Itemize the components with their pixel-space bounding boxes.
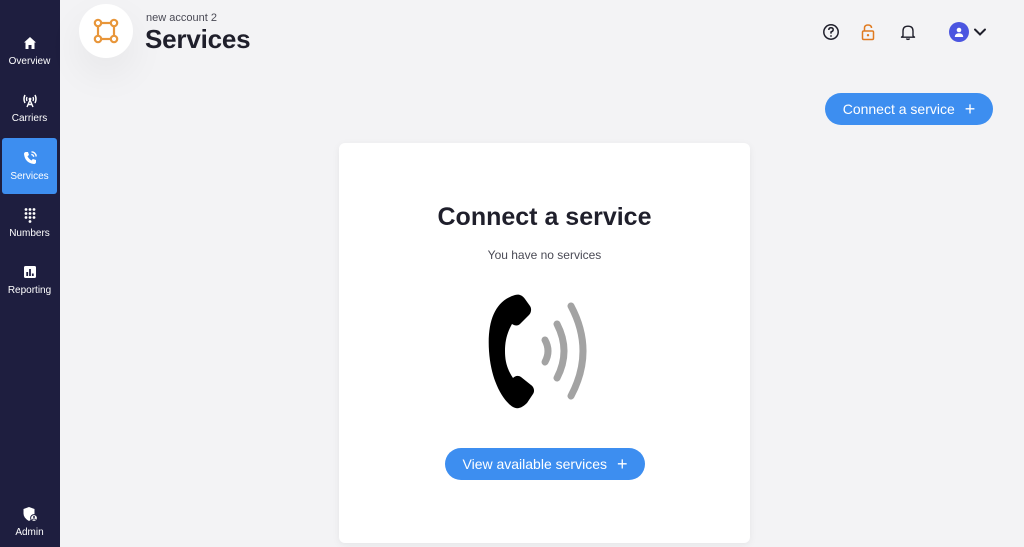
chevron-down-icon[interactable] bbox=[972, 24, 988, 40]
sidebar-item-admin[interactable]: Admin bbox=[2, 494, 57, 547]
user-avatar-icon bbox=[954, 27, 964, 37]
connect-service-button[interactable]: Connect a service + bbox=[825, 93, 993, 125]
view-available-services-button[interactable]: View available services + bbox=[445, 448, 645, 480]
empty-state-subtitle: You have no services bbox=[487, 248, 602, 262]
plus-icon: + bbox=[964, 99, 976, 119]
home-icon bbox=[23, 36, 36, 49]
phone-icon bbox=[23, 150, 37, 164]
user-avatar[interactable] bbox=[949, 22, 969, 42]
help-button[interactable] bbox=[821, 22, 841, 42]
view-services-label: View available services bbox=[462, 456, 607, 472]
plus-icon: + bbox=[616, 454, 628, 474]
services-logo-icon bbox=[93, 18, 119, 44]
empty-state-card: Connect a service You have no services V… bbox=[339, 143, 750, 543]
account-name: new account 2 bbox=[146, 12, 217, 24]
sidebar-item-label: Overview bbox=[8, 55, 51, 67]
account-logo bbox=[79, 4, 133, 58]
sidebar-item-label: Numbers bbox=[9, 227, 50, 239]
sidebar: Overview Carriers Services Numbers Repor… bbox=[0, 0, 60, 547]
empty-state-title: Connect a service bbox=[437, 203, 652, 231]
phone-ringing-icon bbox=[488, 294, 587, 409]
sidebar-item-reporting[interactable]: Reporting bbox=[2, 252, 57, 308]
sidebar-item-label: Admin bbox=[15, 526, 44, 538]
page-title: Services bbox=[145, 24, 251, 54]
connect-service-label: Connect a service bbox=[842, 101, 955, 117]
bell-icon bbox=[900, 25, 916, 41]
sidebar-item-numbers[interactable]: Numbers bbox=[2, 195, 57, 251]
shield-user-icon bbox=[23, 506, 38, 522]
sidebar-item-label: Carriers bbox=[11, 112, 48, 124]
sidebar-item-label: Reporting bbox=[7, 284, 52, 296]
sidebar-item-overview[interactable]: Overview bbox=[2, 23, 57, 79]
lock-icon bbox=[861, 24, 875, 41]
dialpad-icon bbox=[24, 207, 35, 223]
lock-button[interactable] bbox=[858, 22, 878, 42]
sidebar-item-label: Services bbox=[10, 170, 49, 182]
bar-chart-icon bbox=[23, 265, 36, 278]
sidebar-item-services[interactable]: Services bbox=[2, 138, 57, 194]
notifications-button[interactable] bbox=[898, 22, 918, 42]
help-icon bbox=[823, 24, 839, 40]
antenna-icon bbox=[22, 94, 37, 107]
sidebar-item-carriers[interactable]: Carriers bbox=[2, 80, 57, 136]
